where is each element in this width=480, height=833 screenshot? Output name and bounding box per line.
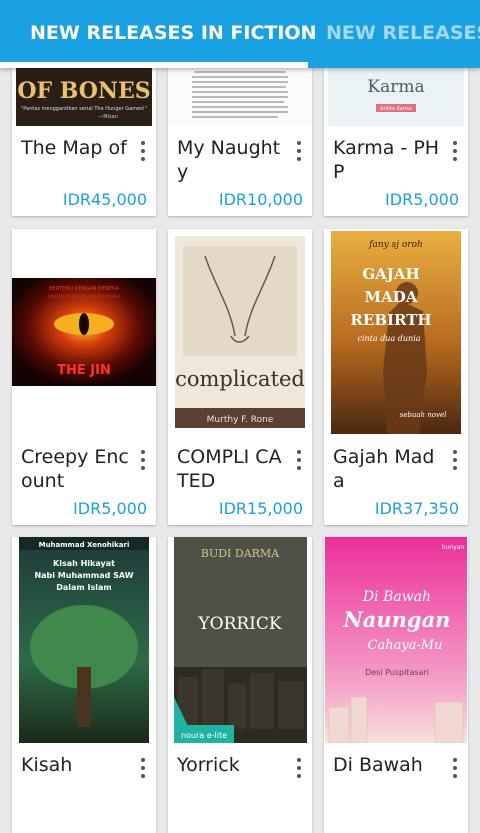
svg-text:bunyan: bunyan	[442, 544, 465, 551]
book-cover[interactable]: bunyan Di Bawah Naungan Cahaya-Mu Desi P…	[324, 537, 468, 743]
book-price[interactable]: IDR15,000	[219, 499, 303, 518]
svg-text:Ardita Karisa: Ardita Karisa	[380, 106, 412, 112]
svg-text:BUDI DARMA: BUDI DARMA	[201, 547, 280, 560]
book-price[interactable]: IDR37,350	[375, 499, 459, 518]
svg-text:BERTEMU DENGAN MEREKA: BERTEMU DENGAN MEREKA	[49, 286, 119, 292]
book-card[interactable]: BUDI DARMA YORRICK noura e-lite Yorrick	[168, 537, 312, 833]
book-title[interactable]: Karma - PHP	[333, 136, 443, 186]
cover-title: YORRICK	[197, 614, 281, 634]
cover-title: Naungan	[343, 607, 451, 632]
cover-title: Nabi Muhammad SAW	[34, 571, 133, 580]
book-price[interactable]: IDR45,000	[63, 190, 147, 209]
book-title[interactable]: Gajah Mada	[333, 445, 443, 495]
svg-text:—Mizan: —Mizan	[98, 114, 118, 120]
cover-title: REBIRTH	[350, 311, 431, 329]
book-cover[interactable]: BERTEMU DENGAN MEREKA JANGAN DIPANGGIL J…	[12, 229, 156, 435]
svg-text:Cahaya-Mu: Cahaya-Mu	[368, 638, 443, 653]
svg-text:Kisah Hikayat: Kisah Hikayat	[53, 559, 115, 568]
book-title[interactable]: Creepy Encount	[21, 445, 131, 495]
book-title[interactable]: Di Bawah	[333, 753, 443, 803]
book-title[interactable]: Kisah	[21, 753, 131, 803]
book-card[interactable]: complicated Murthy F. Rone COMPLI CATED …	[168, 229, 312, 525]
cover-title: Karma	[367, 77, 424, 97]
book-card[interactable]: bunyan Di Bawah Naungan Cahaya-Mu Desi P…	[324, 537, 468, 833]
book-cover[interactable]: Muhammad Xenohikari Kisah Hikayat Nabi M…	[12, 537, 156, 743]
cover-title: OF BONES	[17, 78, 150, 104]
book-title[interactable]: COMPLI CATED	[177, 445, 287, 495]
book-price[interactable]: IDR5,000	[73, 499, 147, 518]
cover-title: complicated	[175, 367, 305, 391]
book-cover[interactable]: fany sj oroh GAJAH MADA REBIRTH cinta du…	[324, 229, 468, 435]
book-card[interactable]: fany sj oroh GAJAH MADA REBIRTH cinta du…	[324, 229, 468, 525]
svg-text:Di Bawah: Di Bawah	[362, 589, 431, 605]
tab-new-releases[interactable]: NEW RELEASES	[326, 0, 480, 68]
overflow-menu-icon[interactable]	[448, 138, 462, 164]
svg-text:Murthy F. Rone: Murthy F. Rone	[207, 415, 274, 425]
cover-title: THE JIN	[57, 363, 111, 378]
svg-text:fany sj oroh: fany sj oroh	[368, 240, 423, 250]
book-card[interactable]: Muhammad Xenohikari Kisah Hikayat Nabi M…	[12, 537, 156, 833]
svg-text:Desi Puspitasari: Desi Puspitasari	[365, 668, 429, 677]
svg-text:GAJAH: GAJAH	[362, 265, 419, 283]
overflow-menu-icon[interactable]	[292, 447, 306, 473]
svg-text:JANGAN DIPANGGIL JANGAN DIRASA: JANGAN DIPANGGIL JANGAN DIRASA	[47, 294, 120, 299]
svg-text:Dalam Islam: Dalam Islam	[56, 583, 112, 592]
book-title[interactable]: Yorrick	[177, 753, 287, 803]
svg-text:"Pantas menggantikan serial Th: "Pantas menggantikan serial The Hunger G…	[21, 106, 147, 112]
book-card[interactable]: BERTEMU DENGAN MEREKA JANGAN DIPANGGIL J…	[12, 229, 156, 525]
book-cover[interactable]: BUDI DARMA YORRICK noura e-lite	[168, 537, 312, 743]
overflow-menu-icon[interactable]	[136, 447, 150, 473]
category-tab-bar: NEW RELEASES IN FICTION NEW RELEASES	[0, 0, 480, 68]
book-cover[interactable]: complicated Murthy F. Rone	[168, 229, 312, 435]
book-grid: OF BONES "Pantas menggantikan serial The…	[0, 0, 480, 833]
overflow-menu-icon[interactable]	[448, 447, 462, 473]
tab-new-releases-fiction[interactable]: NEW RELEASES IN FICTION	[30, 0, 316, 68]
svg-text:MADA: MADA	[365, 288, 418, 306]
book-price[interactable]: IDR5,000	[385, 190, 459, 209]
book-price[interactable]: IDR10,000	[219, 190, 303, 209]
book-title[interactable]: My Naughty	[177, 136, 287, 186]
overflow-menu-icon[interactable]	[292, 138, 306, 164]
svg-text:noura e-lite: noura e-lite	[181, 731, 227, 740]
svg-text:Muhammad Xenohikari: Muhammad Xenohikari	[39, 541, 130, 549]
overflow-menu-icon[interactable]	[136, 138, 150, 164]
active-tab-indicator	[0, 62, 308, 68]
svg-text:sebuah novel: sebuah novel	[400, 411, 447, 419]
svg-text:cinta dua dunia: cinta dua dunia	[357, 334, 420, 343]
book-title[interactable]: The Map of	[21, 136, 131, 186]
